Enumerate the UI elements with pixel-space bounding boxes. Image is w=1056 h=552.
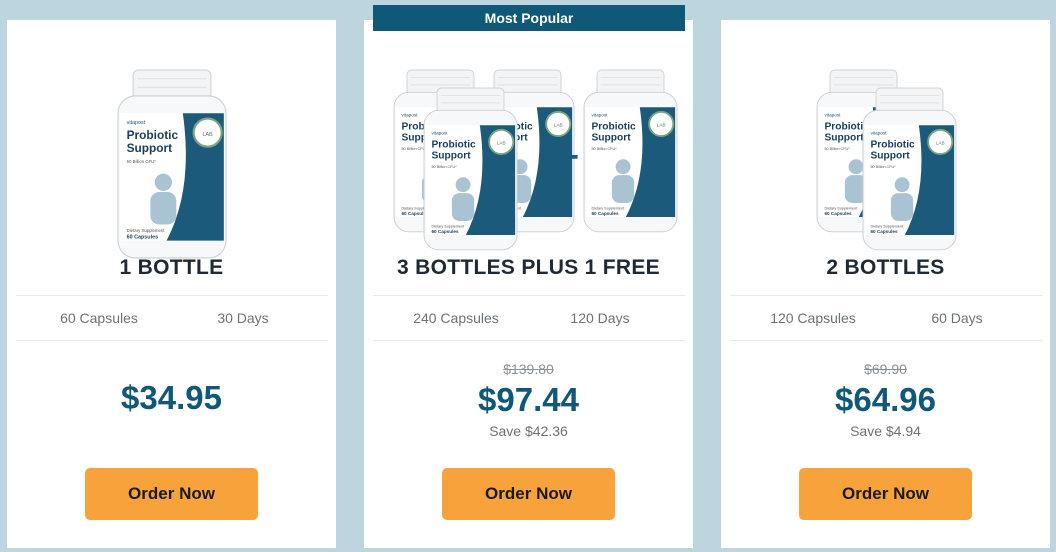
divider — [373, 295, 685, 296]
plan-card-3-bottles: + 3 BOTTLES PLUS 1 FREE 240 Capsules 120… — [364, 20, 693, 548]
plan-card-1-bottle: 1 BOTTLE 60 Capsules 30 Days $34.95 Orde… — [7, 20, 336, 548]
divider — [16, 340, 328, 341]
capsule-count: 60 Capsules — [60, 310, 138, 326]
savings-text: Save $42.36 — [489, 423, 568, 439]
plan-title: 2 BOTTLES — [826, 256, 945, 279]
plan-title: 3 BOTTLES PLUS 1 FREE — [396, 256, 660, 279]
supply-days: 60 Days — [931, 310, 983, 326]
supply-days: 120 Days — [570, 310, 630, 326]
order-now-button[interactable]: Order Now — [442, 468, 615, 520]
capsule-count: 120 Capsules — [770, 310, 856, 326]
original-price: $139.80 — [503, 361, 554, 377]
original-price: $69.90 — [864, 361, 907, 377]
divider — [373, 340, 685, 341]
order-now-button[interactable]: Order Now — [799, 468, 972, 520]
divider — [16, 295, 328, 296]
price: $34.95 — [121, 379, 222, 416]
supply-days: 30 Days — [217, 310, 269, 326]
savings-text: Save $4.94 — [850, 423, 921, 439]
order-now-button[interactable]: Order Now — [85, 468, 258, 520]
product-bottle-image — [116, 68, 228, 260]
most-popular-ribbon: Most Popular — [373, 5, 685, 31]
plan-card-2-bottles: 2 BOTTLES 120 Capsules 60 Days $69.90 $6… — [721, 20, 1050, 548]
plan-title: 1 BOTTLE — [119, 256, 224, 279]
capsule-count: 240 Capsules — [413, 310, 499, 326]
svg-text:+: + — [559, 138, 579, 176]
product-bottles-image — [816, 69, 957, 251]
price: $97.44 — [478, 381, 579, 418]
product-bottles-image: + — [393, 69, 678, 251]
divider — [730, 340, 1042, 341]
price: $64.96 — [835, 381, 936, 418]
divider — [730, 295, 1042, 296]
